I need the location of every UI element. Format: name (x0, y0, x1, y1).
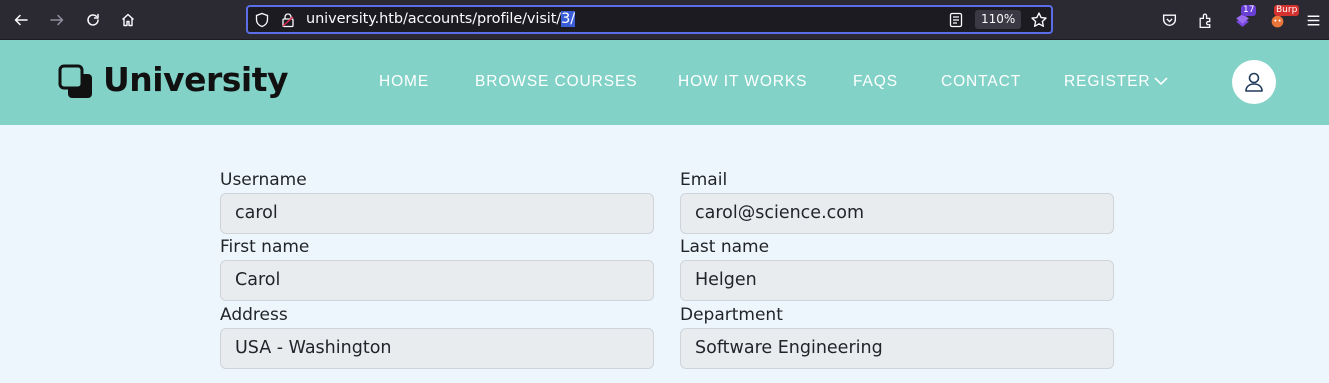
last-name-field[interactable]: Helgen (680, 260, 1114, 301)
address-label: Address (220, 305, 288, 325)
burp-badge-label: Burp (1274, 5, 1300, 16)
user-account-button[interactable] (1232, 60, 1276, 104)
bookmark-star-icon[interactable] (1030, 11, 1048, 29)
url-text[interactable]: university.htb/accounts/profile/visit/3/ (306, 11, 575, 27)
department-label: Department (680, 305, 783, 325)
url-selection: 3/ (561, 11, 576, 27)
logo-icon[interactable] (58, 64, 94, 100)
extension-badge-count: 17 (1241, 5, 1257, 16)
nav-register[interactable]: REGISTER (1064, 73, 1150, 91)
browser-toolbar: university.htb/accounts/profile/visit/3/… (0, 0, 1329, 40)
home-icon[interactable] (116, 8, 140, 32)
back-icon[interactable] (9, 8, 33, 32)
nav-browse-courses[interactable]: BROWSE COURSES (475, 73, 637, 91)
department-field[interactable]: Software Engineering (680, 328, 1114, 369)
address-field[interactable]: USA - Washington (220, 328, 654, 369)
menu-icon[interactable] (1301, 8, 1325, 32)
nav-home[interactable]: HOME (379, 73, 429, 91)
nav-contact[interactable]: CONTACT (941, 73, 1021, 91)
username-label: Username (220, 170, 307, 190)
chevron-down-icon[interactable] (1154, 76, 1168, 86)
user-icon (1245, 72, 1263, 92)
reload-icon[interactable] (81, 8, 105, 32)
first-name-label: First name (220, 237, 310, 257)
burp-extension-icon[interactable]: Burp (1265, 5, 1300, 32)
email-label: Email (680, 170, 728, 190)
forward-icon[interactable] (45, 8, 69, 32)
reader-view-icon[interactable] (948, 12, 964, 28)
pocket-icon[interactable] (1157, 8, 1181, 32)
lock-icon[interactable] (280, 12, 296, 28)
nav-how-it-works[interactable]: HOW IT WORKS (678, 73, 807, 91)
brand-logo-text[interactable]: University (103, 60, 289, 99)
username-field[interactable]: carol (220, 193, 654, 234)
last-name-label: Last name (680, 237, 770, 257)
zoom-level-button[interactable]: 110% (975, 10, 1022, 29)
shield-icon[interactable] (254, 12, 270, 28)
extensions-icon[interactable] (1193, 8, 1217, 32)
nav-faqs[interactable]: FAQS (853, 73, 898, 91)
first-name-field[interactable]: Carol (220, 260, 654, 301)
email-field[interactable]: carol@science.com (680, 193, 1114, 234)
extension-badge-icon[interactable]: 17 (1230, 5, 1257, 32)
url-bar[interactable]: university.htb/accounts/profile/visit/3/… (246, 5, 1053, 34)
